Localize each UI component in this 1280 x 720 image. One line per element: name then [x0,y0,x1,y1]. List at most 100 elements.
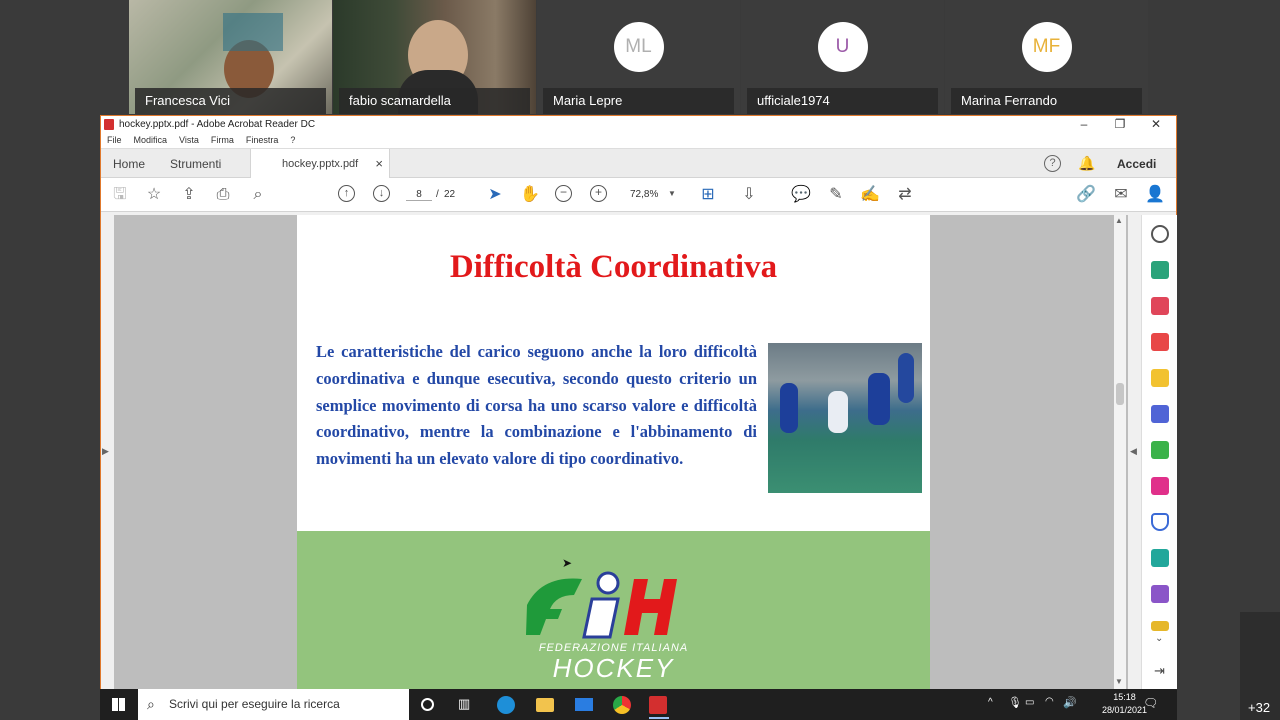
more-tools-chevron-icon[interactable]: ⌄ [1155,633,1163,644]
export-pdf-icon[interactable] [1151,261,1169,279]
participant-tile-maria[interactable]: ML Maria Lepre [537,0,740,114]
notifications-icon[interactable]: 🗨 [1143,696,1158,710]
active-app-indicator [649,717,669,719]
collapse-panel-icon[interactable]: ⇥ [1154,663,1165,679]
chrome-icon[interactable] [613,696,631,714]
task-view-icon[interactable]: ▥ [458,696,476,714]
protect-icon[interactable] [1151,513,1169,531]
vertical-scrollbar[interactable]: ▲ ▼ [1114,215,1126,689]
player-figure [898,353,914,403]
zoom-level[interactable]: 72,8% [630,189,658,200]
pdf-page: Difficoltà Coordinativa Le caratteristic… [297,215,930,689]
scroll-up-icon[interactable]: ▲ [1115,216,1123,225]
cortana-icon[interactable] [421,698,434,711]
menu-help[interactable]: ? [290,133,295,148]
participant-name: fabio scamardella [339,88,530,114]
participant-tile-marina[interactable]: MF Marina Ferrando [945,0,1148,114]
menu-vista[interactable]: Vista [179,133,199,148]
create-pdf-icon[interactable] [1151,333,1169,351]
comment-icon[interactable]: 💬 [791,185,811,205]
scroll-mode-icon[interactable]: ⇩ [739,185,759,205]
compress-pdf-icon[interactable] [1151,441,1169,459]
edit-pdf-icon[interactable] [1151,549,1169,567]
next-page-icon[interactable]: ↓ [373,185,390,202]
zoom-in-icon[interactable]: + [590,185,607,202]
stamp-icon[interactable] [1151,621,1169,631]
zoom-dropdown-icon[interactable]: ▼ [668,189,676,198]
zoom-search-icon[interactable]: ⌕ [248,185,268,205]
organize-pages-icon[interactable] [1151,297,1169,315]
page-separator: / [436,189,439,200]
left-panel-toggle-icon[interactable]: ▶ [102,446,109,457]
add-user-icon[interactable]: 👤 [1145,185,1165,205]
save-icon[interactable]: 🖫 [110,185,130,205]
highlight-pen-icon[interactable]: ✎ [826,185,846,205]
zoom-tool-icon[interactable] [1151,225,1169,243]
restore-button[interactable]: ❐ [1102,116,1138,133]
menu-finestra[interactable]: Finestra [246,133,279,148]
taskbar-search-box[interactable]: ⌕ Scrivi qui per eseguire la ricerca [138,689,409,720]
zoom-out-icon[interactable]: − [555,185,572,202]
clock-time: 15:18 [1113,692,1136,702]
close-tab-icon[interactable]: × [375,149,383,179]
tab-home[interactable]: Home [113,149,145,179]
window-title: hockey.pptx.pdf - Adobe Acrobat Reader D… [119,119,316,130]
right-panel-toggle-icon[interactable]: ◀ [1130,446,1137,457]
slide-footer-green: FEDERAZIONE ITALIANA HOCKEY [297,531,930,689]
fit-page-icon[interactable]: ⊞ [698,185,718,205]
microphone-icon[interactable]: 🎙 [1008,696,1022,709]
upload-icon[interactable]: ⇪ [179,185,199,205]
previous-page-icon[interactable]: ↑ [338,185,355,202]
select-cursor-icon[interactable]: ➤ [485,185,505,205]
slide-body: Le caratteristiche del carico seguono an… [316,342,757,469]
acrobat-taskbar-icon[interactable] [649,696,667,714]
battery-icon[interactable]: ▭ [1025,697,1034,708]
participant-name: Marina Ferrando [951,88,1142,114]
combine-files-icon[interactable] [1151,405,1169,423]
sign-icon[interactable]: ✍ [860,185,880,205]
windows-start-icon[interactable] [112,698,125,711]
more-participants-button[interactable]: +32 [1240,612,1280,720]
windows-taskbar: ⌕ Scrivi qui per eseguire la ricerca ▥ ^… [100,689,1177,720]
scrollbar-thumb[interactable] [1116,383,1124,405]
mail-app-icon[interactable] [575,698,593,711]
wifi-icon[interactable]: ◠ [1045,696,1054,707]
volume-icon[interactable]: 🔊 [1063,696,1077,709]
more-participants-count: +32 [1248,700,1271,715]
tab-tools[interactable]: Strumenti [170,149,221,179]
menu-bar: File Modifica Vista Firma Finestra ? [101,133,1176,148]
file-explorer-icon[interactable] [536,698,554,712]
close-window-button[interactable]: ✕ [1138,116,1174,133]
share-tool-icon[interactable]: ⇄ [895,185,915,205]
participant-name: Francesca Vici [135,88,326,114]
menu-modifica[interactable]: Modifica [134,133,168,148]
logo-wordmark: HOCKEY [552,653,675,683]
tray-chevron-icon[interactable]: ^ [988,697,993,708]
minimize-button[interactable]: – [1066,116,1102,133]
slide-title: Difficoltà Coordinativa [449,249,778,285]
participant-tile-fabio[interactable]: fabio scamardella [333,0,536,114]
participant-tile-ufficiale[interactable]: U ufficiale1974 [741,0,944,114]
tools-panel: ⌄ ⇥ [1141,215,1177,689]
comment-tool-icon[interactable] [1151,369,1169,387]
request-signature-icon[interactable] [1151,585,1169,603]
scroll-down-icon[interactable]: ▼ [1115,677,1123,686]
wall-painting [223,13,283,51]
page-number-input[interactable]: 8 [406,189,432,201]
link-icon[interactable]: 🔗 [1076,185,1096,205]
star-icon[interactable]: ☆ [144,185,164,205]
signin-button[interactable]: Accedi [1117,149,1156,179]
player-figure [780,383,798,433]
tab-document[interactable]: hockey.pptx.pdf × [250,149,390,180]
mail-icon[interactable]: ✉ [1111,185,1131,205]
bell-icon[interactable]: 🔔 [1078,155,1095,172]
help-icon[interactable]: ? [1044,155,1061,172]
edge-icon[interactable] [497,696,515,714]
fill-sign-icon[interactable] [1151,477,1169,495]
print-icon[interactable]: ⎙ [213,185,233,205]
participant-tile-francesca[interactable]: Francesca Vici [129,0,332,114]
taskbar-clock[interactable]: 15:18 28/01/2021 [1102,691,1147,717]
hand-tool-icon[interactable]: ✋ [520,185,540,205]
menu-firma[interactable]: Firma [211,133,234,148]
menu-file[interactable]: File [107,133,122,148]
